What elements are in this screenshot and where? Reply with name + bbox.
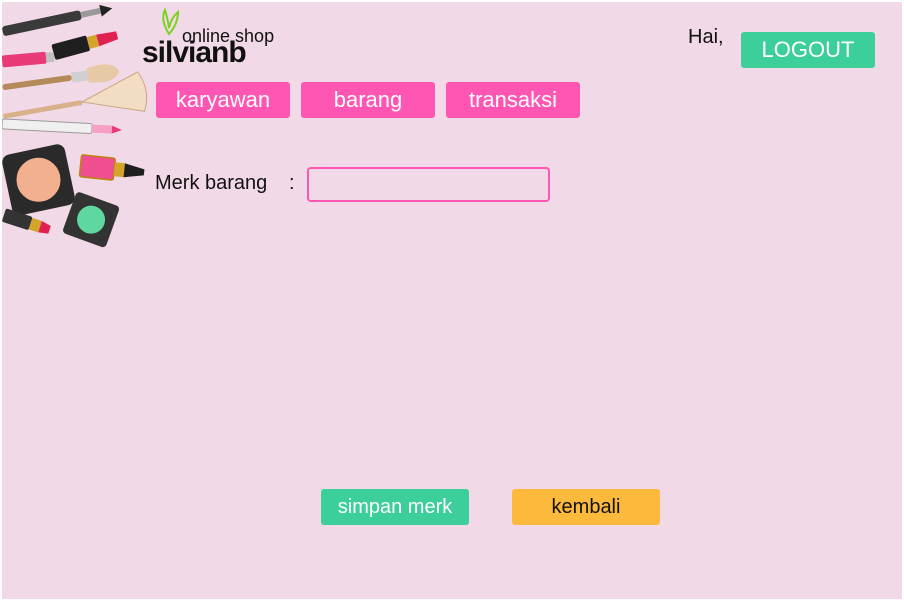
label-colon: : <box>289 172 295 194</box>
merk-barang-input[interactable] <box>307 167 550 202</box>
greeting-text: Hai, <box>688 26 724 48</box>
simpan-merk-button[interactable]: simpan merk <box>321 489 469 525</box>
cosmetics-illustration <box>2 4 148 248</box>
brand-logo: online shop silvianb <box>142 8 282 69</box>
kembali-button[interactable]: kembali <box>512 489 660 525</box>
logout-button[interactable]: LOGOUT <box>741 32 875 68</box>
nav-karyawan-button[interactable]: karyawan <box>156 82 290 118</box>
nav-barang-button[interactable]: barang <box>301 82 435 118</box>
nav-transaksi-button[interactable]: transaksi <box>446 82 580 118</box>
leaf-icon <box>162 8 180 36</box>
page-canvas: online shop silvianb Hai, LOGOUT karyawa… <box>2 2 902 599</box>
logo-name: silvianb <box>142 36 247 69</box>
merk-barang-label: Merk barang <box>155 172 268 194</box>
